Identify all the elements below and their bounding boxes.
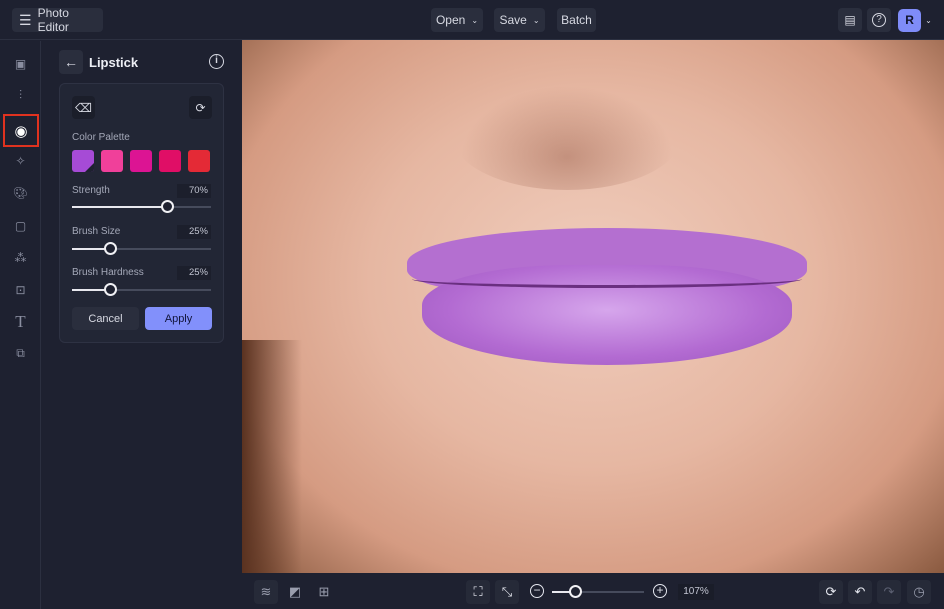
zoom-slider-knob[interactable] (569, 585, 583, 598)
hamburger-icon: ☰ (19, 11, 32, 28)
arrow-left-icon: ← (64, 54, 78, 70)
info-icon[interactable]: i (209, 54, 224, 69)
rail-retouch-eye-icon[interactable]: ◉ (3, 114, 39, 147)
history-icon: ◷ (913, 584, 925, 599)
slider-knob[interactable] (103, 242, 117, 255)
rail-text-icon[interactable]: T (8, 309, 33, 334)
shrink-icon: ⤡ (501, 584, 513, 599)
brush-hardness-value[interactable]: 25% (177, 266, 211, 280)
back-button[interactable]: ← (59, 50, 83, 74)
strength-label: Strength (72, 185, 110, 196)
selected-corner-icon (85, 163, 94, 172)
avatar: R (898, 8, 922, 32)
grid-button[interactable]: ⊞ (312, 580, 336, 604)
swatch-magenta[interactable] (130, 150, 152, 172)
redo-icon: ↷ (883, 584, 895, 599)
apply-button[interactable]: Apply (145, 307, 212, 330)
help-icon: ? (872, 13, 886, 27)
layers-button[interactable]: ≋ (254, 580, 278, 604)
eraser-button[interactable]: ⌫ (72, 96, 95, 119)
zoom-value[interactable]: 107% (678, 584, 714, 600)
chevron-down-icon: ⌄ (925, 15, 932, 25)
rail-frames-icon[interactable]: ▢ (8, 213, 33, 238)
history-button[interactable]: ◷ (907, 580, 931, 604)
zoom-in-icon[interactable]: + (653, 584, 667, 598)
feedback-button[interactable]: ▤ (838, 8, 862, 32)
batch-button[interactable]: Batch (557, 8, 596, 32)
brush-size-value[interactable]: 25% (177, 225, 211, 239)
rail-effects-sparkle-icon[interactable]: ✧ (8, 148, 33, 173)
brush-size-label: Brush Size (72, 226, 121, 237)
fit-screen-button[interactable]: ⛶ (466, 580, 490, 604)
rail-overlays-icon[interactable]: ⊡ (8, 277, 33, 302)
lipstick-panel: ← Lipstick i ⌫ ⟳ Color Palette Strength … (41, 41, 242, 609)
grid-icon: ⊞ (318, 584, 330, 599)
undo-icon: ↶ (854, 584, 866, 599)
help-button[interactable]: ? (867, 8, 891, 32)
swatch-purple-selected[interactable] (72, 150, 94, 172)
cancel-button[interactable]: Cancel (72, 307, 139, 330)
compare-icon: ◩ (288, 584, 302, 599)
compare-button[interactable]: ◩ (283, 580, 307, 604)
swatch-red[interactable] (188, 150, 210, 172)
slider-fill (72, 206, 170, 208)
expand-icon: ⛶ (473, 584, 483, 599)
comment-icon: ▤ (844, 13, 856, 27)
photo-canvas[interactable] (242, 40, 944, 573)
chevron-down-icon: ⌄ (471, 15, 479, 25)
open-label: Open (435, 13, 466, 27)
undo-button[interactable]: ↶ (848, 580, 872, 604)
rail-graphics-icon[interactable]: ⁂ (8, 245, 33, 270)
nose-shadow (452, 80, 682, 190)
reset-image-button[interactable]: ⟳ (819, 580, 843, 604)
app-title: Photo Editor (37, 6, 69, 34)
actual-size-button[interactable]: ⤡ (495, 580, 519, 604)
top-bar: ☰ Photo Editor Open ⌄ Save ⌄ Batch ▤ ? R ⌄ (0, 0, 944, 40)
strength-slider[interactable] (72, 200, 211, 213)
batch-label: Batch (561, 13, 592, 27)
rail-image-icon[interactable]: ▣ (8, 51, 33, 76)
rail-artsy-palette-icon[interactable]: 🎨︎ (8, 180, 33, 205)
strength-value[interactable]: 70% (177, 184, 211, 198)
refresh-icon: ⟳ (825, 584, 837, 599)
reset-button[interactable]: ⟳ (189, 96, 212, 119)
rail-adjustments-icon[interactable]: ⫶ (8, 83, 33, 108)
redo-button[interactable]: ↷ (877, 580, 901, 604)
account-button[interactable]: R ⌄ (896, 8, 934, 32)
bottom-bar: ≋ ◩ ⊞ ⛶ ⤡ − + 107% ⟳ ↶ ↷ ◷ (242, 573, 944, 609)
zoom-slider[interactable] (552, 585, 644, 598)
brush-hardness-slider[interactable] (72, 283, 211, 296)
open-button[interactable]: Open ⌄ (431, 8, 483, 32)
refresh-icon: ⟳ (195, 100, 206, 115)
swatch-raspberry[interactable] (159, 150, 181, 172)
save-label: Save (499, 13, 527, 27)
zoom-slider-fill (552, 591, 571, 593)
rail-more-icon[interactable]: ⧉ (8, 341, 33, 366)
brush-size-slider[interactable] (72, 242, 211, 255)
swatch-pink[interactable] (101, 150, 123, 172)
lipstick-controls: ⌫ ⟳ Color Palette Strength 70% Brush Siz… (59, 83, 224, 343)
save-button[interactable]: Save ⌄ (494, 8, 545, 32)
eraser-icon: ⌫ (75, 100, 92, 115)
brush-hardness-label: Brush Hardness (72, 267, 144, 278)
hair (242, 340, 302, 573)
lip-line (412, 270, 802, 288)
slider-knob[interactable] (160, 200, 174, 213)
chevron-down-icon: ⌄ (532, 15, 540, 25)
color-palette-label: Color Palette (72, 132, 130, 143)
slider-knob[interactable] (103, 283, 117, 296)
panel-title: Lipstick (89, 55, 139, 70)
zoom-out-icon[interactable]: − (530, 584, 544, 598)
tool-rail: ▣ ⫶ ◉ ✧ 🎨︎ ▢ ⁂ ⊡ T ⧉ (0, 41, 41, 609)
menu-button[interactable]: ☰ Photo Editor (12, 6, 103, 34)
layers-icon: ≋ (260, 584, 272, 599)
